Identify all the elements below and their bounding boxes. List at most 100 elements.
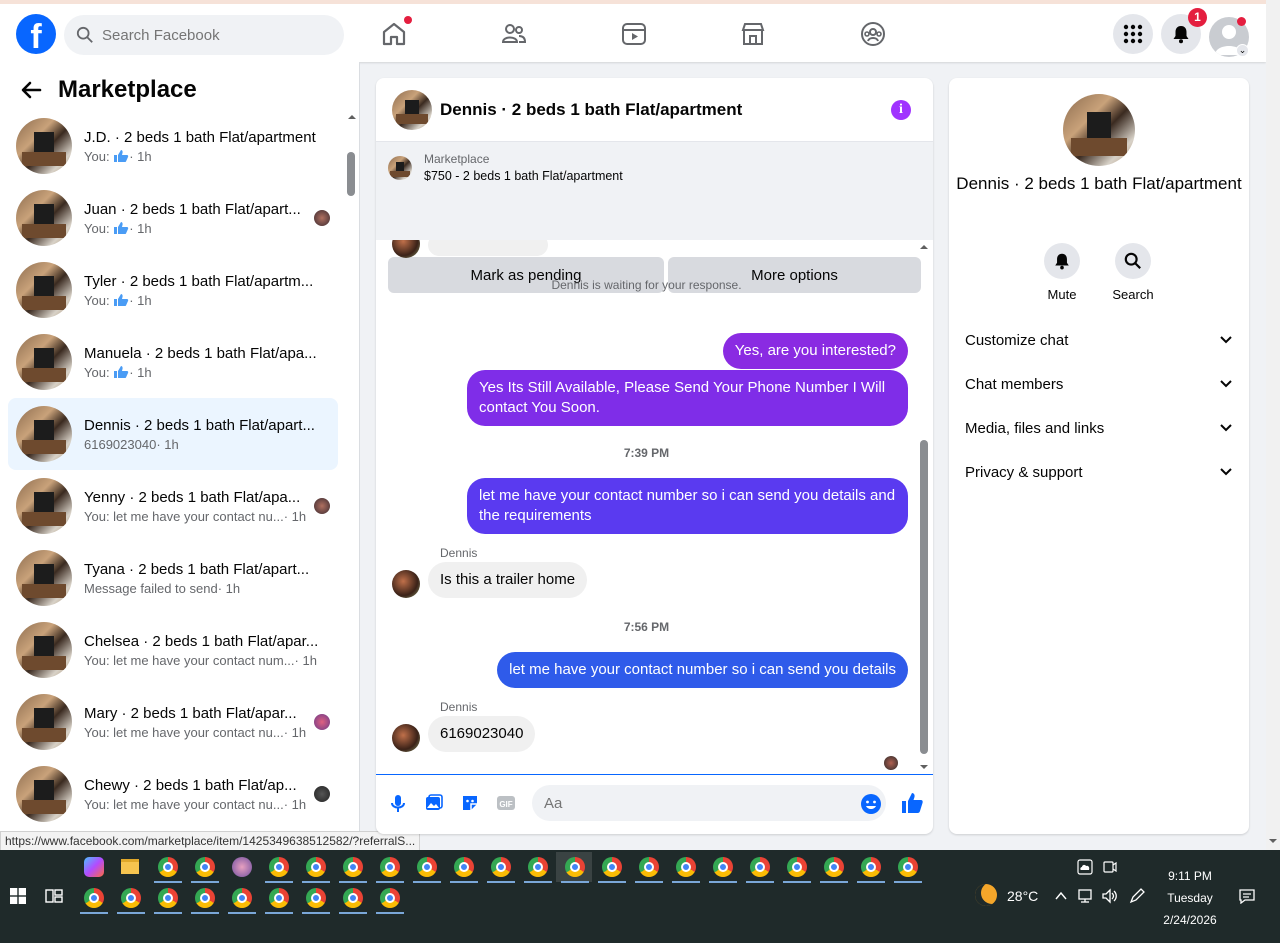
chat-members-row[interactable]: Chat members <box>965 368 1233 400</box>
chrome-app-icon[interactable] <box>602 857 622 877</box>
scroll-up-arrow-icon[interactable] <box>345 112 359 122</box>
scrollbar-thumb[interactable] <box>347 152 355 196</box>
listing-profile-photo[interactable] <box>1063 94 1135 166</box>
chat-title[interactable]: Dennis · 2 beds 1 bath Flat/apartment <box>440 100 742 120</box>
account-chevron-down-icon[interactable]: ⌄ <box>1236 44 1249 57</box>
chrome-app-icon[interactable] <box>158 857 178 877</box>
page-scrollbar[interactable] <box>1266 0 1280 850</box>
chrome-app-icon[interactable] <box>343 888 363 908</box>
conversation-item[interactable]: Tyana · 2 beds 1 bath Flat/apart... Mess… <box>8 542 338 614</box>
outgoing-message[interactable]: Yes, are you interested? <box>722 333 908 369</box>
task-view-icon[interactable] <box>45 888 63 904</box>
chrome-app-icon[interactable] <box>787 857 807 877</box>
conversation-scrollbar[interactable] <box>345 112 359 842</box>
search-box[interactable] <box>64 15 344 55</box>
incoming-message[interactable]: Is this a trailer home <box>428 562 588 598</box>
outgoing-message[interactable]: let me have your contact number so i can… <box>497 652 908 688</box>
menu-grid-button[interactable] <box>1113 14 1153 54</box>
emoji-icon[interactable] <box>860 793 882 815</box>
chat-scrollbar[interactable] <box>917 240 931 774</box>
chrome-app-icon[interactable] <box>269 888 289 908</box>
chrome-app-icon[interactable] <box>861 857 881 877</box>
chevron-up-icon[interactable] <box>1054 890 1068 902</box>
chrome-app-icon[interactable] <box>676 857 696 877</box>
chrome-app-icon[interactable] <box>824 857 844 877</box>
microphone-icon[interactable] <box>388 793 408 813</box>
scrollbar-thumb[interactable] <box>920 440 928 754</box>
conversation-item[interactable]: Mary · 2 beds 1 bath Flat/apar... You: l… <box>8 686 338 758</box>
chrome-app-icon[interactable] <box>195 857 215 877</box>
notification-center-icon[interactable] <box>1238 888 1256 904</box>
chrome-app-icon[interactable] <box>528 857 548 877</box>
chrome-app-icon[interactable] <box>713 857 733 877</box>
conversation-item[interactable]: Manuela · 2 beds 1 bath Flat/apa... You:… <box>8 326 338 398</box>
conversation-item[interactable]: Tyler · 2 beds 1 bath Flat/apartm... You… <box>8 254 338 326</box>
sticker-icon[interactable] <box>460 793 480 813</box>
video-icon[interactable] <box>620 20 648 48</box>
media-files-links-row[interactable]: Media, files and links <box>965 412 1233 444</box>
chrome-app-icon[interactable] <box>195 888 215 908</box>
back-arrow-icon[interactable] <box>20 79 42 101</box>
chrome-app-icon[interactable] <box>491 857 511 877</box>
volume-icon[interactable] <box>1101 888 1119 904</box>
listing-price-title[interactable]: $750 - 2 beds 1 bath Flat/apartment <box>424 169 623 183</box>
chrome-app-icon[interactable] <box>84 888 104 908</box>
privacy-support-row[interactable]: Privacy & support <box>965 456 1233 488</box>
chrome-app-icon[interactable] <box>898 857 918 877</box>
system-clock[interactable]: 9:11 PM Tuesday 2/24/2026 <box>1150 865 1230 931</box>
home-icon[interactable] <box>380 16 412 48</box>
copilot-app-icon[interactable] <box>84 857 104 877</box>
photo-icon[interactable] <box>424 793 444 813</box>
onedrive-icon[interactable] <box>1077 859 1093 875</box>
weather-temperature[interactable]: 28°C <box>1007 888 1038 904</box>
chrome-app-icon[interactable] <box>343 857 363 877</box>
pen-icon[interactable] <box>1128 888 1146 904</box>
chrome-app-icon[interactable] <box>750 857 770 877</box>
chrome-app-icon[interactable] <box>454 857 474 877</box>
chrome-app-icon[interactable] <box>380 888 400 908</box>
file-explorer-icon[interactable] <box>121 859 139 874</box>
thumbs-up-icon <box>114 221 129 234</box>
chrome-app-icon-active[interactable] <box>565 857 585 877</box>
friends-icon[interactable] <box>500 20 528 48</box>
conversation-item[interactable]: Juan · 2 beds 1 bath Flat/apart... You: … <box>8 182 338 254</box>
conversation-item[interactable]: J.D. · 2 beds 1 bath Flat/apartment You:… <box>8 110 338 182</box>
weather-moon-icon[interactable] <box>975 884 997 906</box>
chrome-app-icon[interactable] <box>269 857 289 877</box>
outgoing-message[interactable]: let me have your contact number so i can… <box>467 478 908 534</box>
message-input[interactable] <box>532 785 886 821</box>
conversation-item-active[interactable]: Dennis · 2 beds 1 bath Flat/apart... 616… <box>8 398 338 470</box>
outgoing-message[interactable]: Yes Its Still Available, Please Send You… <box>467 370 908 426</box>
scroll-down-arrow-icon[interactable] <box>917 762 931 772</box>
app-icon[interactable] <box>232 857 252 877</box>
chrome-app-icon[interactable] <box>121 888 141 908</box>
chrome-app-icon[interactable] <box>380 857 400 877</box>
marketplace-icon[interactable] <box>739 20 767 48</box>
chrome-app-icon[interactable] <box>306 857 326 877</box>
chat-listing-thumbnail[interactable] <box>392 89 432 130</box>
chrome-app-icon[interactable] <box>306 888 326 908</box>
search-input[interactable] <box>102 26 322 44</box>
scroll-down-arrow-icon[interactable] <box>1266 836 1280 846</box>
facebook-logo-icon[interactable]: f <box>16 14 56 54</box>
conversation-item[interactable]: Chewy · 2 beds 1 bath Flat/ap... You: le… <box>8 758 338 830</box>
groups-icon[interactable] <box>859 20 887 48</box>
scroll-up-arrow-icon[interactable] <box>917 242 931 252</box>
notifications-button[interactable]: 1 <box>1161 8 1207 54</box>
chrome-app-icon[interactable] <box>417 857 437 877</box>
network-icon[interactable] <box>1076 888 1094 904</box>
gif-icon[interactable]: GIF <box>496 793 516 813</box>
chrome-app-icon[interactable] <box>158 888 178 908</box>
thumbs-up-send-icon[interactable] <box>900 791 924 815</box>
conversation-item[interactable]: Yenny · 2 beds 1 bath Flat/apa... You: l… <box>8 470 338 542</box>
incoming-message[interactable]: 6169023040 <box>428 716 536 752</box>
meet-now-icon[interactable] <box>1102 859 1118 875</box>
chrome-app-icon[interactable] <box>232 888 252 908</box>
windows-start-icon[interactable] <box>10 888 26 904</box>
search-action[interactable]: Search <box>1103 243 1163 302</box>
mute-action[interactable]: Mute <box>1032 243 1092 302</box>
customize-chat-row[interactable]: Customize chat <box>965 324 1233 356</box>
chrome-app-icon[interactable] <box>639 857 659 877</box>
conversation-item[interactable]: Chelsea · 2 beds 1 bath Flat/apar... You… <box>8 614 338 686</box>
info-icon[interactable]: i <box>891 100 911 120</box>
